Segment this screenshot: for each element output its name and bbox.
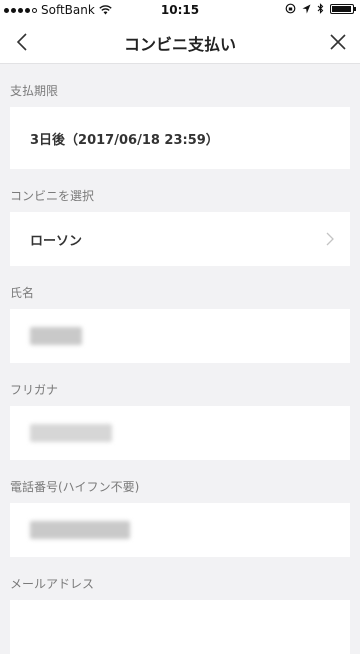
orientation-lock-icon xyxy=(285,3,296,14)
status-bar: SoftBank 10:15 xyxy=(0,0,360,20)
redacted-name xyxy=(30,327,82,345)
status-icons xyxy=(285,3,356,14)
furigana-label: フリガナ xyxy=(10,383,59,397)
battery-icon xyxy=(330,3,356,14)
bluetooth-icon xyxy=(317,3,324,14)
deadline-label: 支払期限 xyxy=(10,84,59,98)
name-field[interactable] xyxy=(10,309,350,363)
payment-form: 支払期限 3日後（2017/06/18 23:59） コンビニを選択 ローソン … xyxy=(0,64,360,654)
furigana-field[interactable] xyxy=(10,406,350,460)
page-title: コンビニ支払い xyxy=(123,35,236,54)
deadline-field: 3日後（2017/06/18 23:59） xyxy=(10,107,350,169)
close-icon xyxy=(330,34,346,50)
email-field[interactable] xyxy=(10,600,350,654)
chevron-right-icon xyxy=(326,232,334,246)
phone-label: 電話番号(ハイフン不要) xyxy=(10,480,140,494)
redacted-furigana xyxy=(30,424,112,442)
navigation-bar: コンビニ支払い xyxy=(0,20,360,64)
store-value: ローソン xyxy=(30,233,83,249)
location-icon xyxy=(302,4,311,13)
name-label: 氏名 xyxy=(10,286,35,300)
close-button[interactable] xyxy=(322,26,354,58)
redacted-phone xyxy=(30,521,130,539)
email-label: メールアドレス xyxy=(10,577,95,591)
deadline-value: 3日後（2017/06/18 23:59） xyxy=(30,132,219,148)
store-label: コンビニを選択 xyxy=(10,189,95,203)
phone-field[interactable] xyxy=(10,503,350,557)
store-select[interactable]: ローソン xyxy=(10,212,350,266)
